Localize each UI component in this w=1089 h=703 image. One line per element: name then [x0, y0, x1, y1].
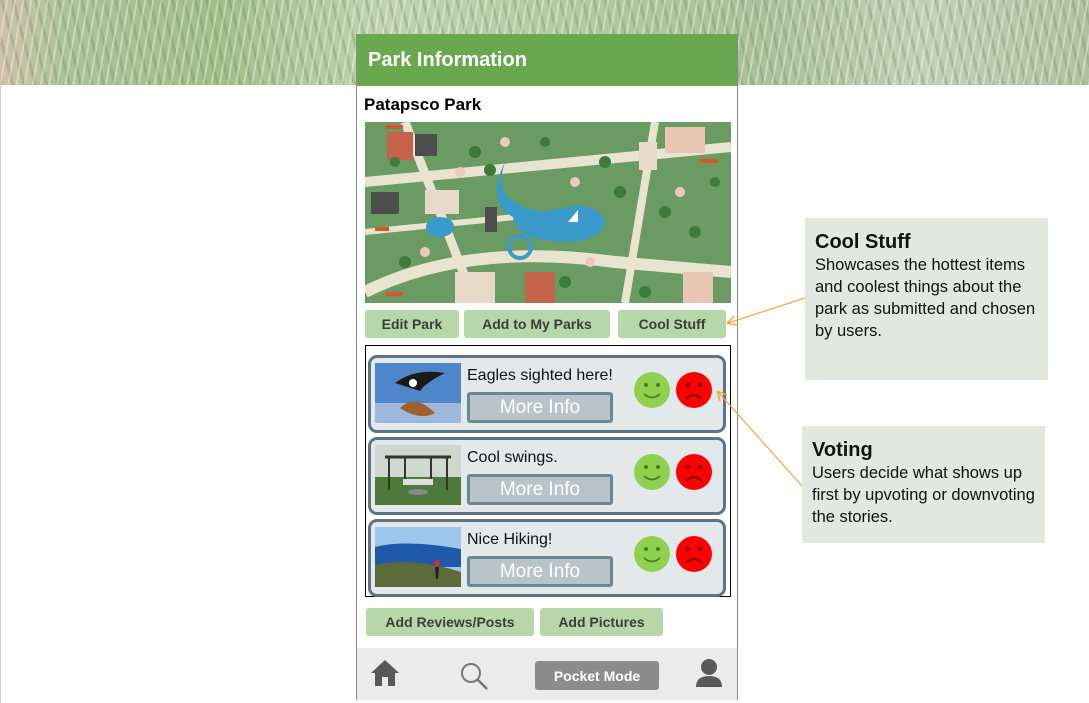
- cool-stuff-callout: Cool Stuff Showcases the hottest items a…: [805, 218, 1048, 380]
- voting-callout: Voting Users decide what shows up first …: [802, 426, 1045, 543]
- callout-body: Users decide what shows up first by upvo…: [812, 464, 1035, 526]
- voting-arrow: [718, 392, 803, 487]
- cool-stuff-arrow: [728, 297, 806, 323]
- callout-body: Showcases the hottest items and coolest …: [815, 256, 1036, 340]
- callout-title: Cool Stuff: [815, 231, 911, 253]
- callout-title: Voting: [812, 439, 873, 461]
